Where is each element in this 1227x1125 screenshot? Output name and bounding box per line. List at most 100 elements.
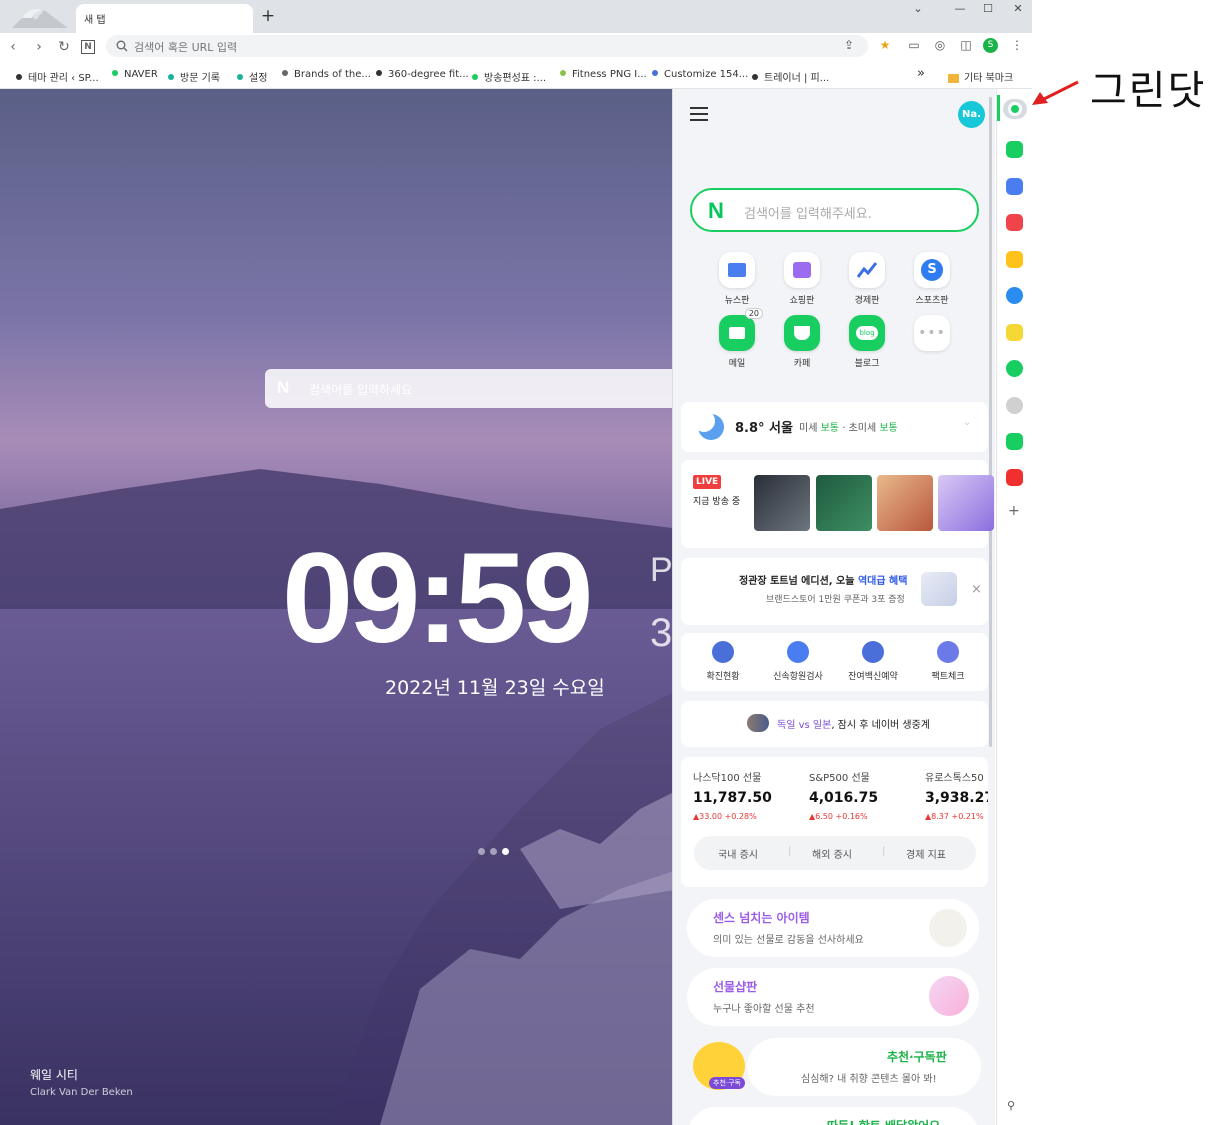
memo-icon[interactable] (1006, 324, 1023, 341)
close-window-button[interactable]: ✕ (1006, 2, 1030, 18)
bookmark-item[interactable]: 설정 (237, 69, 267, 84)
panel-scrollbar[interactable] (989, 97, 992, 747)
match-text: 독일 vs 일본, 잠시 후 네이버 생중계 (777, 720, 931, 731)
service-news[interactable]: 뉴스판 (709, 252, 765, 306)
address-bar[interactable]: 검색어 혹은 URL 입력 (106, 35, 868, 57)
character-icon[interactable] (1006, 397, 1023, 414)
service-sports[interactable]: S 스포츠판 (904, 252, 960, 306)
translate-icon[interactable] (1006, 287, 1023, 304)
menu-kebab-icon[interactable]: ⋮ (1008, 38, 1026, 54)
add-sidebar-button[interactable]: + (1008, 503, 1020, 519)
bookmark-item[interactable]: NAVER (112, 69, 158, 80)
screenshot-icon[interactable]: ◎ (931, 38, 949, 54)
promo-recommend[interactable]: 추천·구독판 심심해? 내 취향 콘텐츠 몰아 봐! (747, 1038, 981, 1096)
pager-dot-active[interactable] (502, 848, 509, 855)
naver-profile-avatar[interactable]: Na. (958, 101, 985, 128)
mail-count-badge: 20 (744, 308, 763, 319)
other-bookmarks-folder[interactable]: 기타 북마크 (948, 69, 1013, 84)
minimize-button[interactable]: — (948, 2, 972, 18)
quick-link-covid-status[interactable]: 확진현황 (684, 641, 762, 682)
greendot-icon[interactable] (1003, 99, 1027, 119)
home-search-box[interactable]: N 검색어를 입력하세요 (265, 369, 680, 408)
split-view-icon[interactable]: ◫ (957, 38, 975, 54)
bookmark-item[interactable]: 360-degree fit... (376, 69, 469, 80)
ad-banner[interactable]: 정관장 토트넘 에디션, 오늘 역대급 혜택 브랜드스토어 1만원 쿠폰과 3포… (681, 558, 988, 625)
capture-icon[interactable]: ▭ (905, 38, 923, 54)
tab-overseas[interactable]: 해외 증시 (812, 846, 852, 861)
location-pin-icon (787, 641, 809, 663)
forward-icon[interactable]: › (30, 38, 48, 56)
bookmark-item[interactable]: Brands of the... (282, 69, 371, 80)
profile-avatar[interactable]: S (983, 38, 998, 53)
webtoon-icon[interactable] (1006, 433, 1023, 450)
promo-hot-delivery[interactable]: 따듯! 핫트 배달왔어요 (687, 1107, 979, 1125)
bookmark-star-icon[interactable]: ★ (876, 38, 894, 54)
bookmark-item[interactable]: 방문 기록 (168, 69, 220, 84)
service-economy[interactable]: 경제판 (839, 252, 895, 306)
chevron-down-icon[interactable]: ⌄ (963, 417, 971, 428)
stock-item[interactable]: 나스닥100 선물 11,787.50 ▲33.00 +0.28% (693, 769, 803, 821)
live-thumb-product[interactable] (816, 475, 872, 531)
promo-gift-items[interactable]: 센스 넘치는 아이템 의미 있는 선물로 감동을 선사하세요 (687, 899, 979, 957)
pin-icon[interactable]: ⚲ (1007, 1099, 1015, 1112)
news-icon (719, 252, 755, 288)
live-thumb-promo[interactable] (938, 475, 994, 531)
banner-title: 정관장 토트넘 에디션, 오늘 역대급 혜택 (739, 576, 908, 587)
stock-item[interactable]: 유로스톡스50 3,938.27 ▲8.37 +0.21% (925, 769, 988, 821)
wallpaper-pager[interactable] (478, 840, 514, 859)
live-thumb-watch[interactable] (754, 475, 810, 531)
service-shopping[interactable]: 쇼핑판 (774, 252, 830, 306)
clock-seconds: 3 (650, 611, 673, 655)
weather-card[interactable]: 8.8° 서울 미세 보통 · 초미세 보통 ⌄ (681, 402, 988, 452)
tab-indicators[interactable]: 경제 지표 (906, 846, 946, 861)
service-cafe[interactable]: 카페 (774, 315, 830, 369)
music-icon[interactable] (1006, 360, 1023, 377)
bookmarks-overflow-button[interactable]: » (917, 66, 925, 81)
stock-item[interactable]: S&P500 선물 4,016.75 ▲6.50 +0.16% (809, 769, 919, 821)
naver-search-box[interactable]: N 검색어를 입력해주세요. (690, 188, 979, 232)
promo-gift-shop[interactable]: 선물샵판 누구나 좋아할 선물 추천 (687, 968, 979, 1026)
new-tab-button[interactable]: + (259, 6, 277, 26)
fact-check-icon (937, 641, 959, 663)
favorite-icon[interactable] (1006, 251, 1023, 268)
calendar-icon[interactable] (1006, 178, 1023, 195)
bookmark-item[interactable]: Customize 154... (652, 69, 748, 80)
recommend-sticker: 추천·구독 (709, 1077, 745, 1089)
tab-list-button[interactable]: ⌄ (906, 2, 930, 18)
live-badge: LIVE (693, 475, 722, 489)
quick-links-card: 확진현황 신속항원검사 잔여백신예약 팩트체크 (681, 633, 988, 691)
cafe-icon (784, 315, 820, 351)
bookmark-item[interactable]: 테마 관리 ‹ SP... (16, 69, 99, 84)
now-icon[interactable] (1006, 469, 1023, 486)
annotation-arrow-icon (1032, 80, 1079, 105)
quick-link-fact-check[interactable]: 팩트체크 (909, 641, 987, 682)
share-icon[interactable]: ⇪ (840, 38, 858, 54)
service-blog[interactable]: blog 블로그 (839, 315, 895, 369)
close-icon[interactable]: × (971, 582, 982, 597)
reload-icon[interactable]: ↻ (55, 38, 73, 56)
pocket-icon[interactable] (1006, 214, 1023, 231)
maximize-button[interactable]: ☐ (976, 2, 1000, 18)
tab-domestic[interactable]: 국내 증시 (718, 846, 758, 861)
live-shopping-card[interactable]: LIVE 지금 방송 중 (681, 460, 994, 548)
menu-icon[interactable] (690, 107, 708, 121)
quick-link-vaccine[interactable]: 잔여백신예약 (834, 641, 912, 682)
back-icon[interactable]: ‹ (4, 38, 22, 56)
service-more[interactable]: ••• (904, 315, 960, 356)
bookmark-item[interactable]: 트레이너 | 피... (752, 69, 829, 84)
talk-icon[interactable] (1006, 141, 1023, 158)
weather-dust: 미세 보통 · 초미세 보통 (799, 423, 898, 434)
bookmark-item[interactable]: 방송편성표 :... (472, 69, 546, 84)
tab-new-tab[interactable]: 새 탭 (76, 4, 253, 33)
pager-dot[interactable] (478, 848, 485, 855)
live-match-card[interactable]: 독일 vs 일본, 잠시 후 네이버 생중계 (681, 701, 988, 747)
photo-credit[interactable]: Clark Van Der Beken (30, 1087, 133, 1098)
pager-dot[interactable] (490, 848, 497, 855)
live-thumb-food[interactable] (877, 475, 933, 531)
naver-home-icon[interactable]: N (81, 40, 95, 54)
service-mail[interactable]: 20 메일 (709, 308, 765, 369)
quick-link-rapid-test[interactable]: 신속항원검사 (759, 641, 837, 682)
bookmark-item[interactable]: Fitness PNG I... (560, 69, 647, 80)
economy-icon (849, 252, 885, 288)
bookmark-favicon (237, 74, 243, 80)
